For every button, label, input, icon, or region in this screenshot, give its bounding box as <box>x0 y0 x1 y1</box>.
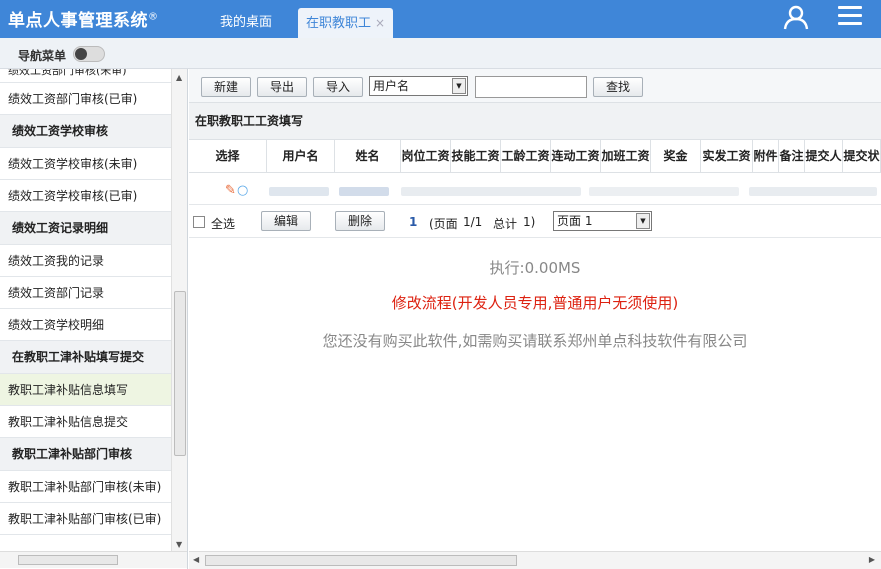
column-header[interactable]: 连动工资 <box>551 140 601 172</box>
column-header[interactable]: 备注 <box>779 140 805 172</box>
app-title: 单点人事管理系统® <box>8 11 159 31</box>
registered-mark: ® <box>148 11 159 23</box>
search-field-select[interactable]: 用户名 ▼ <box>369 76 468 96</box>
column-header[interactable]: 提交状 <box>843 140 881 172</box>
scrollbar-thumb[interactable] <box>174 291 186 456</box>
sidebar-item[interactable]: 绩效工资部门记录 <box>0 277 171 309</box>
column-header[interactable]: 奖金 <box>651 140 701 172</box>
grid-header: 选择 用户名 姓名 岗位工资 技能工资 工龄工资 连动工资 加班工资 奖金 实发工资 附件 备注 提交人… <box>189 140 881 173</box>
column-header[interactable]: 技能工资 <box>451 140 501 172</box>
chevron-down-icon: ▼ <box>636 213 650 229</box>
sidebar-item[interactable]: 绩效工资学校审核(已审) <box>0 180 171 212</box>
sidebar-group-header: 绩效工资记录明细 <box>0 212 171 245</box>
page-prefix: (页面 <box>429 217 458 231</box>
new-button[interactable]: 新建 <box>201 77 251 97</box>
sidebar-horizontal-scrollbar[interactable] <box>0 551 187 568</box>
top-header: 单点人事管理系统® 我的桌面 在职教职工 × <box>0 0 881 38</box>
toolbar: 新建 导出 导入 用户名 ▼ 查找 <box>189 69 881 103</box>
sidebar-item[interactable]: 教职工津补贴信息填写 <box>0 374 171 406</box>
sidebar-vertical-scrollbar[interactable]: ▲ ▼ <box>171 69 187 551</box>
scroll-up-icon[interactable]: ▲ <box>176 73 182 82</box>
column-header[interactable]: 用户名 <box>267 140 335 172</box>
column-header[interactable]: 提交人 <box>805 140 843 172</box>
sidebar-item[interactable]: 绩效工资部门审核(未审) <box>0 69 171 83</box>
delete-button[interactable]: 删除 <box>335 211 385 231</box>
page-of: 1/1 <box>463 215 483 229</box>
edit-button[interactable]: 编辑 <box>261 211 311 231</box>
select-all-checkbox[interactable] <box>193 216 205 228</box>
column-header[interactable]: 实发工资 <box>701 140 753 172</box>
sidebar-group-header: 教职工津补贴部门审核 <box>0 438 171 471</box>
column-header[interactable]: 工龄工资 <box>501 140 551 172</box>
edit-icon[interactable]: ✎ <box>225 183 236 198</box>
total-value: 1) <box>523 215 536 229</box>
scrollbar-thumb[interactable] <box>18 555 118 565</box>
sidebar: 绩效工资部门审核(未审) 绩效工资部门审核(已审) 绩效工资学校审核 绩效工资学校审核… <box>0 69 188 569</box>
table-row[interactable]: ✎ ○ <box>189 173 881 205</box>
scrollbar-thumb[interactable] <box>205 555 517 566</box>
main-horizontal-scrollbar[interactable]: ◀ ▶ <box>189 551 881 569</box>
column-header[interactable]: 加班工资 <box>601 140 651 172</box>
main-content: 新建 导出 导入 用户名 ▼ 查找 在职教职工工资填写 选择 用户名 姓名 岗位工资 技能… <box>189 69 881 569</box>
scroll-down-icon[interactable]: ▼ <box>176 540 182 549</box>
sidebar-item[interactable]: 绩效工资部门审核(已审) <box>0 83 171 115</box>
column-header[interactable]: 岗位工资 <box>401 140 451 172</box>
scroll-right-icon[interactable]: ▶ <box>869 555 875 564</box>
tab-active-staff[interactable]: 在职教职工 × <box>298 8 394 38</box>
select-all-label: 全选 <box>211 217 236 231</box>
column-header[interactable]: 选择 <box>189 140 267 172</box>
purchase-notice: 您还没有购买此软件,如需购买请联系郑州单点科技软件有限公司 <box>322 332 748 350</box>
page-select[interactable]: 页面 1 ▼ <box>553 211 652 231</box>
sidebar-group-header: 在教职工津补贴填写提交 <box>0 341 171 374</box>
nav-menu-label: 导航菜单 <box>18 49 67 63</box>
nav-bar: 导航菜单 <box>0 38 881 69</box>
user-icon[interactable] <box>783 4 809 30</box>
close-icon[interactable]: × <box>375 16 385 30</box>
sidebar-item[interactable]: 教职工津补贴部门审核(未审) <box>0 471 171 503</box>
sidebar-list: 绩效工资部门审核(未审) 绩效工资部门审核(已审) 绩效工资学校审核 绩效工资学校审核… <box>0 69 171 551</box>
hamburger-menu-icon[interactable] <box>838 6 862 26</box>
column-header[interactable]: 姓名 <box>335 140 401 172</box>
search-button[interactable]: 查找 <box>593 77 643 97</box>
nav-menu-toggle[interactable] <box>73 46 105 62</box>
sidebar-group-header: 绩效工资学校审核 <box>0 115 171 148</box>
total-label: 总计 <box>493 217 518 231</box>
pager-bar: 全选 编辑 删除 1 (页面 1/1 总计 1) 页面 1 ▼ <box>189 205 881 238</box>
tab-my-desktop[interactable]: 我的桌面 <box>220 0 272 38</box>
sidebar-item[interactable]: 绩效工资我的记录 <box>0 245 171 277</box>
chevron-down-icon: ▼ <box>452 78 466 94</box>
current-page-link[interactable]: 1 <box>409 215 417 229</box>
sidebar-item[interactable]: 绩效工资学校审核(未审) <box>0 148 171 180</box>
exec-time-text: 执行:0.00MS <box>489 259 581 277</box>
grid-title: 在职教职工工资填写 <box>189 103 881 140</box>
scroll-left-icon[interactable]: ◀ <box>193 555 199 564</box>
search-input[interactable] <box>475 76 587 98</box>
sidebar-item[interactable]: 教职工津补贴部门审核(已审) <box>0 503 171 535</box>
sidebar-item[interactable]: 教职工津补贴信息提交 <box>0 406 171 438</box>
modify-flow-link[interactable]: 修改流程(开发人员专用,普通用户无须使用) <box>189 292 881 313</box>
sidebar-item[interactable]: 绩效工资学校明细 <box>0 309 171 341</box>
search-icon[interactable]: ○ <box>237 183 248 198</box>
export-button[interactable]: 导出 <box>257 77 307 97</box>
import-button[interactable]: 导入 <box>313 77 363 97</box>
column-header[interactable]: 附件 <box>753 140 779 172</box>
